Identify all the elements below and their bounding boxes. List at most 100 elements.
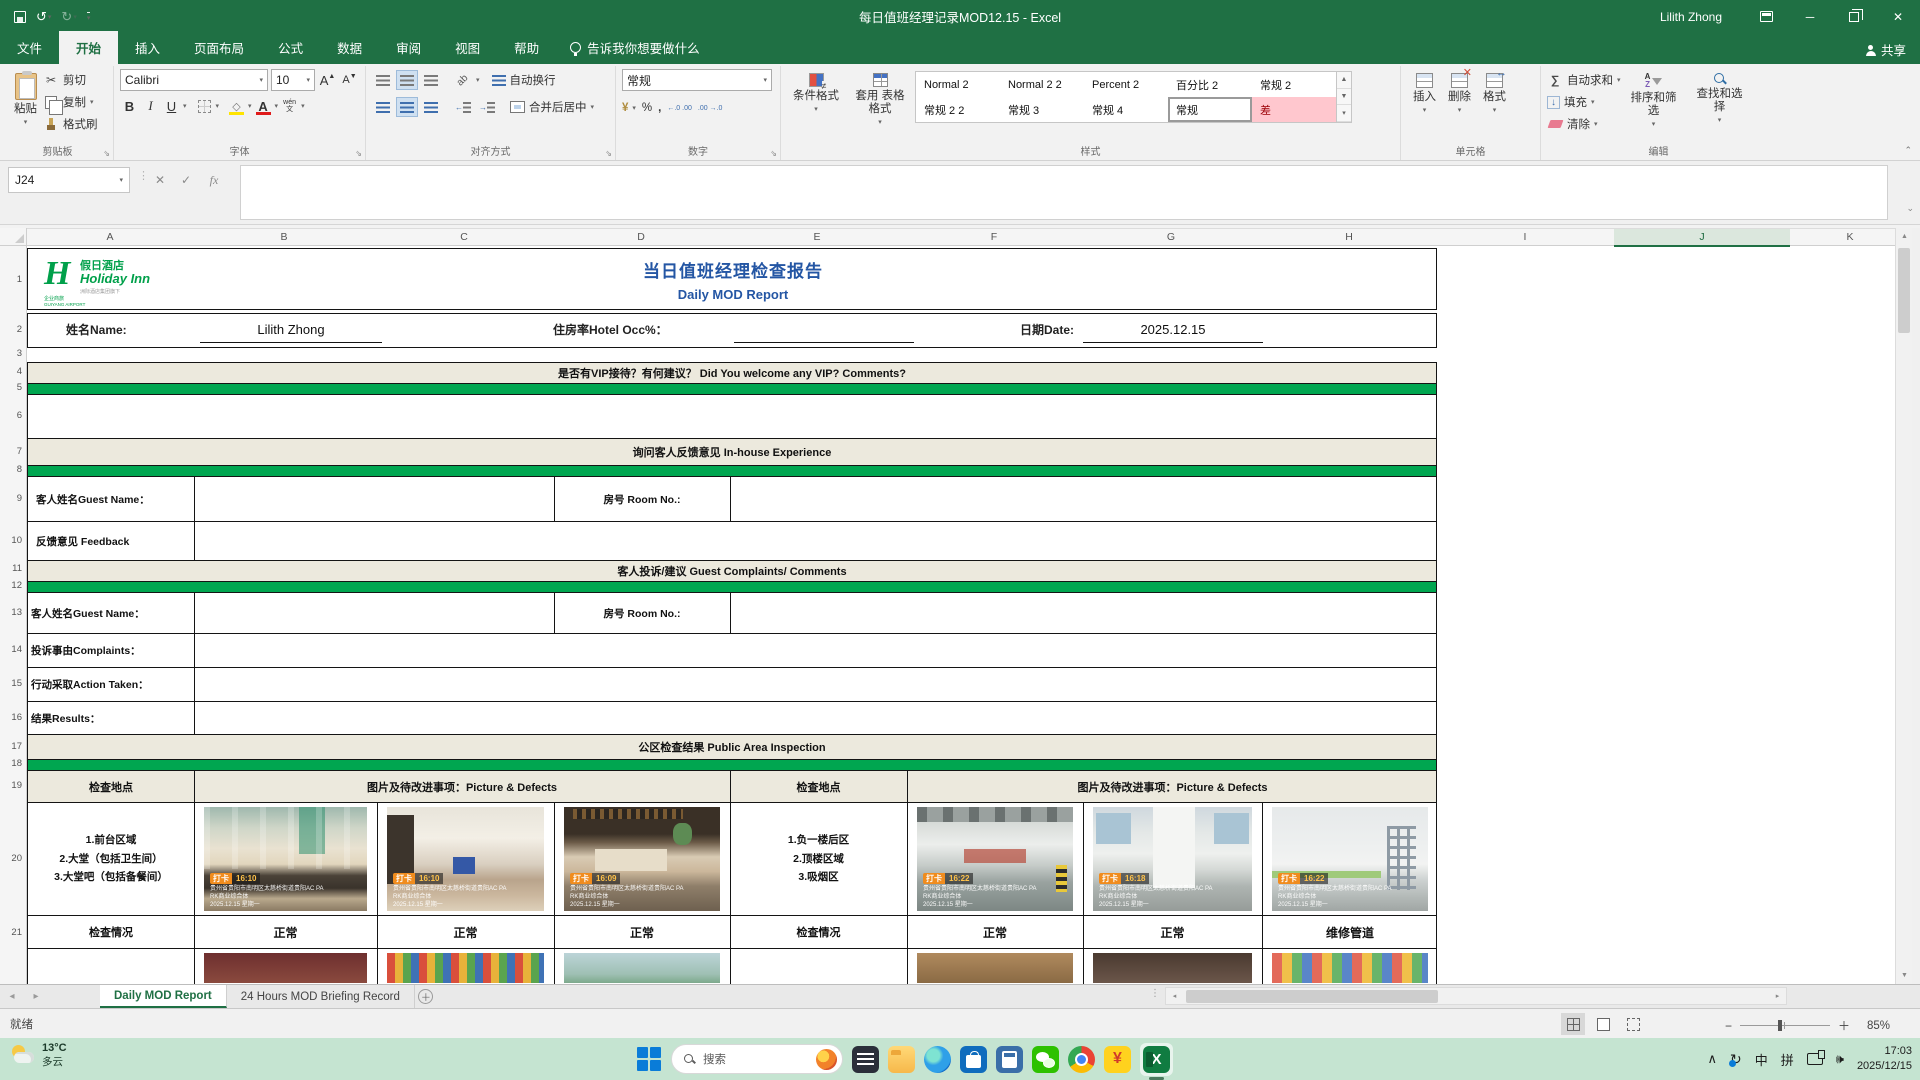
finance-app-icon[interactable]: ¥: [1104, 1046, 1131, 1073]
percent-style-button[interactable]: %: [642, 97, 652, 119]
collapse-ribbon-button[interactable]: ⌃: [1904, 145, 1912, 156]
decrease-decimal-button[interactable]: .00 →.0: [698, 97, 723, 119]
gallery-expand[interactable]: ▾: [1337, 105, 1351, 122]
minimize-button[interactable]: ─: [1788, 0, 1832, 33]
tray-expand-chevron[interactable]: ∧: [1707, 1051, 1717, 1067]
redo-button[interactable]: ↻▾: [61, 9, 76, 25]
column-header[interactable]: B: [264, 229, 304, 246]
inspection-photo-front-desk[interactable]: 打卡16:10 贵州省贵阳市南明区太慈桥街道贵阳AC PARK商业综合体2025…: [204, 807, 367, 911]
row-header[interactable]: 12: [11, 580, 22, 592]
ribbon-display-options-button[interactable]: [1744, 0, 1788, 33]
cell-style-item[interactable]: 常规 4: [1084, 97, 1168, 122]
cell-style-item[interactable]: Percent 2: [1084, 72, 1168, 97]
increase-decimal-button[interactable]: ←.0 .00: [667, 97, 692, 119]
share-button[interactable]: 共享: [1866, 40, 1906, 59]
fill-button[interactable]: ↓填充▾: [1547, 91, 1621, 113]
inspection-photo-lobby[interactable]: 打卡16:10 贵州省贵阳市南明区太慈桥街道贵阳AC PARK商业综合体2025…: [387, 807, 544, 911]
tab-scroll-right[interactable]: ▸: [24, 985, 48, 1008]
insert-cells-button[interactable]: 插入 ▾: [1407, 69, 1442, 119]
sheet-tab-24-hours-briefing[interactable]: 24 Hours MOD Briefing Record: [227, 985, 415, 1008]
inhouse-guest-row[interactable]: 客人姓名Guest Name： 房号 Room No.:: [27, 477, 1437, 522]
formula-input[interactable]: [240, 165, 1888, 220]
font-dialog-launcher[interactable]: ⇘: [355, 149, 362, 158]
select-all-corner[interactable]: [0, 228, 27, 246]
cell-style-item[interactable]: 常规 2: [1252, 72, 1336, 97]
merge-center-button[interactable]: 合并后居中▾: [510, 96, 594, 118]
enter-button[interactable]: ✓: [174, 167, 198, 193]
clipboard-dialog-launcher[interactable]: ⇘: [103, 149, 110, 158]
format-as-table-button[interactable]: 套用 表格格式 ▾: [849, 69, 911, 131]
page-layout-view-button[interactable]: [1591, 1013, 1615, 1035]
column-header[interactable]: K: [1830, 229, 1870, 246]
zoom-slider-thumb[interactable]: [1778, 1020, 1782, 1031]
sheet-tab-daily-mod-report[interactable]: Daily MOD Report: [100, 985, 227, 1008]
sync-tray-icon[interactable]: ↻: [1730, 1051, 1742, 1068]
tell-me-box[interactable]: 告诉我你想要做什么: [556, 31, 714, 64]
tab-scroll-left[interactable]: ◂: [0, 985, 24, 1008]
inspection-photo-lobby-bar[interactable]: 打卡16:09 贵州省贵阳市南明区太慈桥街道贵阳AC PARK商业综合体2025…: [564, 807, 720, 911]
name-value[interactable]: Lilith Zhong: [200, 316, 382, 342]
weather-widget[interactable]: 13°C多云: [10, 1042, 67, 1069]
partial-photo[interactable]: [564, 953, 720, 983]
row-header[interactable]: 6: [17, 410, 22, 422]
close-button[interactable]: ✕: [1876, 0, 1920, 33]
underline-button[interactable]: U: [162, 96, 181, 116]
conditional-formatting-button[interactable]: 条件格式 ▾: [787, 69, 845, 118]
file-explorer-icon[interactable]: [888, 1046, 915, 1073]
feedback-row[interactable]: 反馈意见 Feedback: [27, 522, 1437, 561]
vip-answer-cell[interactable]: [27, 395, 1437, 439]
zoom-level[interactable]: 85%: [1858, 1020, 1890, 1032]
gallery-scroll-down[interactable]: ▼: [1337, 89, 1351, 106]
decrease-indent-button[interactable]: ←: [452, 97, 474, 117]
increase-indent-button[interactable]: →: [476, 97, 498, 117]
tab-home[interactable]: 开始: [59, 31, 118, 64]
font-color-button[interactable]: A: [254, 96, 273, 116]
font-family-combo[interactable]: Calibri▾: [120, 69, 268, 91]
accounting-format-button[interactable]: ¥▾: [622, 97, 636, 119]
zoom-out-button[interactable]: −: [1725, 1019, 1732, 1033]
sort-filter-button[interactable]: AZ 排序和筛选 ▾: [1621, 69, 1687, 135]
row-header[interactable]: 13: [11, 607, 22, 619]
action-taken-row[interactable]: 行动采取Action Taken：: [27, 668, 1437, 702]
start-button[interactable]: [636, 1046, 662, 1072]
align-top-button[interactable]: [372, 70, 394, 90]
volume-icon[interactable]: 🕪: [1836, 1051, 1844, 1067]
delete-cells-button[interactable]: 删除 ▾: [1442, 69, 1477, 119]
row-header[interactable]: 5: [17, 382, 22, 394]
row-header[interactable]: 3: [17, 348, 22, 360]
network-display-icon[interactable]: [1807, 1053, 1823, 1065]
column-header[interactable]: H: [1329, 229, 1369, 246]
autosum-button[interactable]: ∑自动求和▾: [1547, 69, 1621, 91]
taskbar-app-dark-icon[interactable]: [852, 1046, 879, 1073]
row-header[interactable]: 16: [11, 712, 22, 724]
grow-font-button[interactable]: A▲: [318, 70, 337, 90]
tab-scrollbar-splitter[interactable]: ⋮: [1150, 988, 1161, 999]
tab-view[interactable]: 视图: [438, 31, 497, 64]
comma-style-button[interactable]: ,: [658, 97, 661, 119]
tab-formulas[interactable]: 公式: [261, 31, 320, 64]
date-value[interactable]: 2025.12.15: [1083, 316, 1263, 342]
partial-photo[interactable]: [204, 953, 367, 983]
tab-insert[interactable]: 插入: [118, 31, 177, 64]
row-header[interactable]: 2: [17, 324, 22, 336]
align-center-button[interactable]: [396, 97, 418, 117]
inspection-status-row[interactable]: 检查情况 正常 正常 正常 检查情况 正常 正常 维修管道: [27, 916, 1437, 949]
number-dialog-launcher[interactable]: ⇘: [770, 149, 777, 158]
active-app-excel[interactable]: X: [1140, 1043, 1173, 1076]
page-break-view-button[interactable]: [1621, 1013, 1645, 1035]
wechat-icon[interactable]: [1032, 1046, 1059, 1073]
tab-data[interactable]: 数据: [320, 31, 379, 64]
cell-style-item-selected[interactable]: 常规: [1168, 97, 1252, 122]
row-header[interactable]: 9: [17, 493, 22, 505]
report-header-block[interactable]: H 假日酒店 Holiday Inn 洲际酒店集团旗下 企业商旅 GUIYANG…: [27, 248, 1437, 310]
paste-button[interactable]: 粘贴 ▾: [8, 69, 43, 135]
cell-style-item[interactable]: 常规 2 2: [916, 97, 1000, 122]
bold-button[interactable]: B: [120, 96, 139, 116]
clear-button[interactable]: 清除▾: [1547, 113, 1621, 135]
ime-language-indicator[interactable]: 中: [1755, 1050, 1768, 1069]
scroll-up-arrow[interactable]: ▲: [1896, 228, 1913, 245]
scroll-right-arrow[interactable]: ▸: [1769, 992, 1786, 1000]
find-select-button[interactable]: 查找和选择 ▾: [1687, 69, 1753, 135]
column-header[interactable]: I: [1505, 229, 1545, 246]
inspection-photo-smoking-area[interactable]: 打卡16:22 贵州省贵阳市南明区太慈桥街道贵阳AC PARK商业综合体2025…: [1272, 807, 1428, 911]
